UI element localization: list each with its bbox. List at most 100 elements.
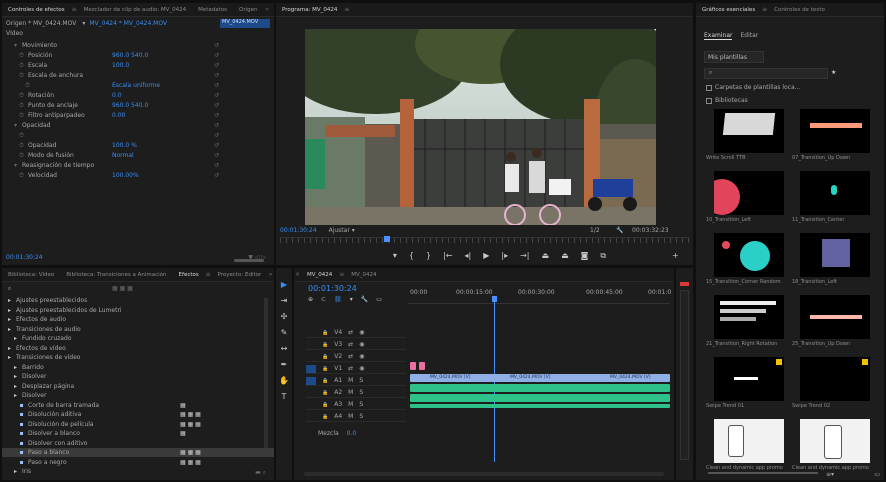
effect-property-row[interactable]: ⏱ Escala de anchura ↺: [2, 71, 274, 80]
razor-icon[interactable]: ✎: [281, 328, 288, 337]
effects-tree-item[interactable]: ▪ Corte de barra tramada ▦: [2, 401, 274, 410]
track-target-icon[interactable]: [306, 364, 316, 373]
go-to-out-icon[interactable]: →|: [520, 251, 529, 260]
nest-icon[interactable]: ⊕: [308, 296, 313, 303]
tab-text-controls[interactable]: Controles de texto: [768, 7, 831, 13]
master-track[interactable]: Mezcla 0.0: [318, 428, 408, 438]
tab-effect-controls[interactable]: Controles de efectos: [2, 7, 71, 13]
tab-essential-graphics[interactable]: Gráficos esenciales: [696, 7, 761, 13]
effects-tree-item[interactable]: ▸ Disolver: [2, 372, 274, 381]
reset-icon[interactable]: ↺: [214, 142, 219, 149]
track-target-icon[interactable]: [306, 376, 316, 385]
disclosure-icon[interactable]: ▾: [12, 42, 19, 49]
zoom-slider[interactable]: [234, 259, 264, 262]
lock-icon[interactable]: 🔒: [322, 330, 328, 336]
camera-icon[interactable]: ◙: [581, 251, 589, 260]
linked-selection-icon[interactable]: ⛓: [334, 296, 342, 303]
track-header[interactable]: 🔒 V4 ⇄ ◉: [306, 328, 406, 338]
property-value[interactable]: 0.0: [112, 92, 122, 99]
reset-icon[interactable]: ↺: [214, 172, 219, 179]
property-value[interactable]: Normal: [112, 152, 134, 159]
effect-property-row[interactable]: ⏱ Posición 960.0 540.0 ↺: [2, 51, 274, 60]
template-thumbnail[interactable]: [800, 109, 870, 153]
template-thumbnail[interactable]: [800, 419, 870, 463]
effects-tree-item[interactable]: ▪ Disolver con aditivo: [2, 439, 274, 448]
template-thumbnail[interactable]: [714, 357, 784, 401]
stopwatch-icon[interactable]: ⏱: [18, 142, 25, 149]
mute-icon[interactable]: M: [348, 413, 353, 420]
chevron-down-icon[interactable]: ▾: [350, 227, 357, 234]
tab-browse[interactable]: Examinar: [704, 32, 733, 40]
program-video-frame[interactable]: [305, 29, 656, 225]
track-target-icon[interactable]: [306, 401, 316, 409]
graphic-clip[interactable]: [419, 362, 425, 370]
eye-icon[interactable]: ◉: [359, 353, 364, 360]
add-marker-icon[interactable]: ▾: [350, 296, 353, 303]
sync-lock-icon[interactable]: ⇄: [348, 365, 353, 372]
quality-dropdown[interactable]: 1/2: [590, 227, 600, 234]
track-target-icon[interactable]: [306, 341, 316, 349]
new-folder-icon[interactable]: ▭: [874, 471, 880, 478]
property-value[interactable]: Escala uniforme: [112, 82, 160, 89]
filter-icons[interactable]: ▦ ▦ ▦: [112, 285, 133, 292]
effects-scrollbar[interactable]: [264, 298, 268, 448]
lock-icon[interactable]: 🔒: [322, 342, 328, 348]
tab-source[interactable]: Origen: [233, 7, 263, 13]
stopwatch-icon[interactable]: ⏱: [18, 62, 25, 69]
effects-tree-item[interactable]: ▸ Efectos de vídeo: [2, 344, 274, 353]
stopwatch-icon[interactable]: ⏱: [18, 92, 25, 99]
tab-edit[interactable]: Editar: [740, 32, 758, 39]
compare-icon[interactable]: ⧉: [600, 251, 606, 261]
stopwatch-icon[interactable]: ⏱: [18, 52, 25, 59]
tab-audio-mixer[interactable]: Mezclador de clip de audio: MV_0424: [78, 7, 192, 13]
template-thumbnail[interactable]: [714, 295, 784, 339]
program-title[interactable]: Programa: MV_0424: [276, 7, 343, 13]
template-thumbnail[interactable]: [714, 171, 784, 215]
list-view-icon[interactable]: ≡▾: [826, 471, 834, 478]
reset-icon[interactable]: ↺: [214, 82, 219, 89]
mute-icon[interactable]: M: [348, 401, 353, 408]
star-icon[interactable]: ★: [831, 69, 836, 76]
template-thumbnail[interactable]: [800, 357, 870, 401]
reset-icon[interactable]: ↺: [214, 122, 219, 129]
stopwatch-icon[interactable]: ⏱: [18, 152, 25, 159]
effects-tree-item[interactable]: ▸ Fundido cruzado: [2, 334, 274, 343]
thumb-size-slider[interactable]: [708, 472, 818, 474]
snap-icon[interactable]: ⊂: [321, 296, 326, 303]
audio-clip-a2[interactable]: [410, 394, 670, 402]
solo-icon[interactable]: S: [359, 389, 363, 396]
stopwatch-icon[interactable]: ⏱: [18, 172, 25, 179]
track-header[interactable]: 🔒 V3 ⇄ ◉: [306, 340, 406, 350]
fit-dropdown[interactable]: Ajustar: [329, 227, 350, 234]
effects-tree-item[interactable]: ▪ Paso a blanco ▦ ▦ ▦: [2, 448, 274, 457]
hand-tool-icon[interactable]: ✋: [279, 376, 289, 385]
reset-icon[interactable]: ↺: [214, 52, 219, 59]
templates-dropdown[interactable]: Mis plantillas: [704, 51, 764, 63]
eye-icon[interactable]: ◉: [359, 329, 364, 336]
sync-lock-icon[interactable]: ⇄: [348, 353, 353, 360]
extract-icon[interactable]: ⏏: [561, 251, 569, 260]
property-value[interactable]: 0.00: [112, 112, 125, 119]
effect-property-row[interactable]: ⏱ Modo de fusión Normal ↺: [2, 151, 274, 160]
play-icon[interactable]: ▶: [483, 251, 489, 260]
go-to-in-icon[interactable]: |←: [443, 251, 452, 260]
slip-tool-icon[interactable]: ↔: [281, 344, 288, 353]
track-target-icon[interactable]: [306, 353, 316, 361]
pen-tool-icon[interactable]: ✒: [281, 360, 288, 369]
program-timecode[interactable]: 00:01:30:24: [280, 227, 317, 234]
settings-icon[interactable]: 🔧: [361, 296, 368, 303]
graphics-search-input[interactable]: ⌕: [704, 68, 828, 79]
effects-tree-item[interactable]: ▸ Transiciones de vídeo: [2, 353, 274, 362]
lock-icon[interactable]: 🔒: [322, 366, 328, 372]
source-label[interactable]: Origen * MV_0424.MOV: [6, 20, 76, 27]
mute-icon[interactable]: M: [348, 389, 353, 396]
tab-library-transitions[interactable]: Biblioteca: Transiciones a Animación: [60, 272, 172, 278]
effects-tree-item[interactable]: ▸ Disolver: [2, 391, 274, 400]
type-tool-icon[interactable]: T: [282, 392, 287, 401]
reset-icon[interactable]: ↺: [214, 72, 219, 79]
solo-icon[interactable]: S: [359, 401, 363, 408]
track-header[interactable]: 🔒 V1 ⇄ ◉: [306, 364, 406, 374]
template-thumbnail[interactable]: [714, 233, 784, 277]
effects-tree-item[interactable]: ▸ Ajustes preestablecidos de Lumetri: [2, 306, 274, 315]
track-target-icon[interactable]: [306, 389, 316, 397]
